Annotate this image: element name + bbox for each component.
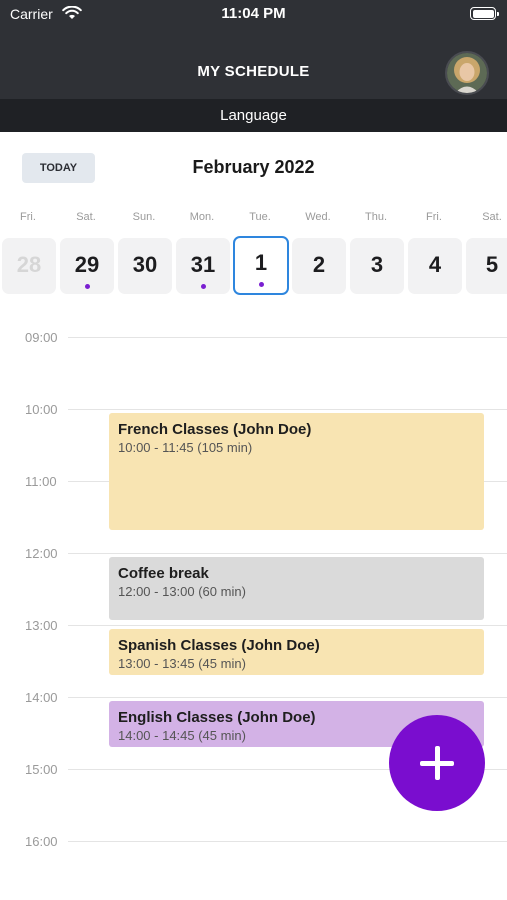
day-cell[interactable]: 2 [292, 238, 346, 294]
hour-divider [68, 553, 507, 554]
day-cell[interactable]: 4 [408, 238, 462, 294]
weekday-label: Wed. [305, 211, 331, 223]
day-number: 3 [370, 252, 384, 277]
hour-divider [68, 409, 507, 410]
event-time: 10:00 - 11:45 (105 min) [118, 440, 253, 455]
day-cell[interactable]: 29 [60, 238, 114, 294]
hour-divider [68, 337, 507, 338]
weekday-label: Sat. [482, 211, 502, 223]
event-card[interactable]: Coffee break 12:00 - 13:00 (60 min) [109, 557, 484, 620]
event-time: 13:00 - 13:45 (45 min) [118, 656, 246, 671]
clock: 11:04 PM [221, 5, 286, 22]
add-event-button[interactable] [389, 715, 485, 811]
day-number: 4 [428, 252, 442, 277]
battery-icon [470, 7, 499, 20]
event-indicator-dot [258, 282, 264, 287]
status-bar: Carrier 11:04 PM [0, 0, 507, 30]
subtitle-bar: Language [0, 99, 507, 132]
day-number: 5 [485, 252, 499, 277]
day-number: 28 [16, 252, 42, 277]
event-card[interactable]: French Classes (John Doe) 10:00 - 11:45 … [109, 413, 484, 530]
day-cell[interactable]: 31 [176, 238, 230, 294]
day-number: 2 [312, 252, 326, 277]
month-title: February 2022 [192, 157, 315, 177]
weekday-label: Fri. [20, 211, 36, 223]
hour-label: 15:00 [25, 762, 58, 777]
hour-label: 13:00 [25, 618, 58, 633]
hour-label: 12:00 [25, 546, 58, 561]
weekday-label: Tue. [249, 211, 271, 223]
day-number: 1 [254, 250, 268, 275]
hour-divider [68, 841, 507, 842]
hour-label: 09:00 [25, 330, 58, 345]
weekday-label: Fri. [426, 211, 442, 223]
event-indicator-dot [200, 284, 206, 289]
hour-label: 11:00 [25, 474, 57, 489]
weekday-label: Mon. [189, 211, 215, 223]
day-number: 29 [74, 252, 100, 277]
day-number: 31 [190, 252, 216, 277]
event-title: Spanish Classes (John Doe) [118, 637, 320, 654]
day-cell[interactable]: 30 [118, 238, 172, 294]
day-cell-selected[interactable]: 1 [233, 236, 289, 295]
hour-label: 10:00 [25, 402, 58, 417]
hour-label: 16:00 [25, 834, 58, 849]
weekday-label: Thu. [364, 211, 387, 223]
avatar-image [447, 53, 487, 93]
day-number: 30 [132, 252, 158, 277]
avatar[interactable] [445, 51, 489, 95]
day-cell[interactable]: 3 [350, 238, 404, 294]
event-title: French Classes (John Doe) [118, 421, 312, 438]
hour-divider [68, 625, 507, 626]
day-cell[interactable]: 28 [2, 238, 56, 294]
event-indicator-dot [84, 284, 90, 289]
app-header: Carrier 11:04 PM MY SCHEDULE [0, 0, 507, 99]
event-card[interactable]: Spanish Classes (John Doe) 13:00 - 13:45… [109, 629, 484, 675]
day-cell[interactable]: 5 [466, 238, 507, 294]
hour-divider [68, 697, 507, 698]
event-time: 12:00 - 13:00 (60 min) [118, 584, 246, 599]
weekday-label: Sun. [132, 211, 156, 223]
page-title: MY SCHEDULE [197, 63, 310, 80]
weekday-label: Sat. [76, 211, 96, 223]
event-title: Coffee break [118, 565, 209, 582]
hour-label: 14:00 [25, 690, 58, 705]
